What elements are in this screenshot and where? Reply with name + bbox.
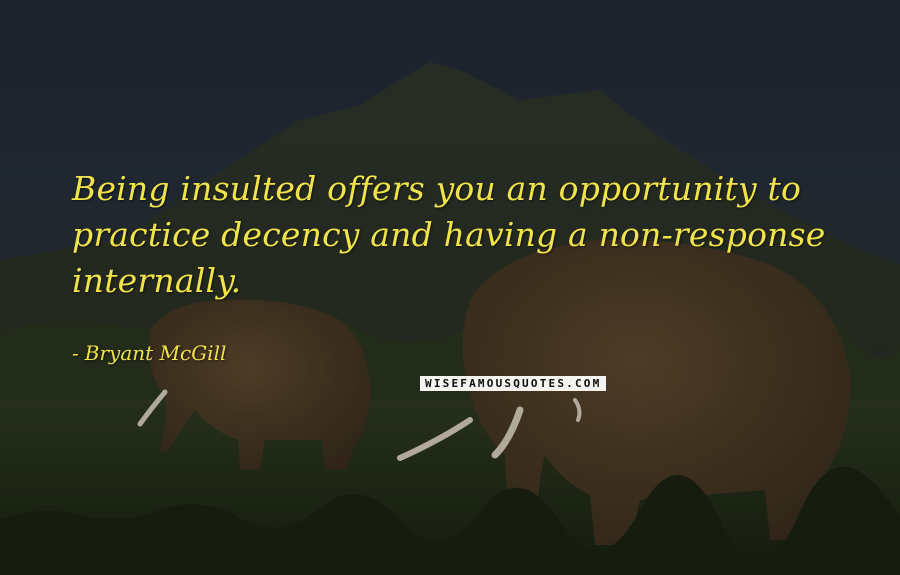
quote-image: Being insulted offers you an opportunity… <box>0 0 900 575</box>
author-name: Bryant McGill <box>84 341 227 365</box>
quote-text: Being insulted offers you an opportunity… <box>72 169 826 300</box>
site-watermark: WISEFAMOUSQUOTES.COM <box>420 376 607 391</box>
quote-author: - Bryant McGill <box>72 341 227 365</box>
watermark-text: WISEFAMOUSQUOTES.COM <box>425 377 602 390</box>
